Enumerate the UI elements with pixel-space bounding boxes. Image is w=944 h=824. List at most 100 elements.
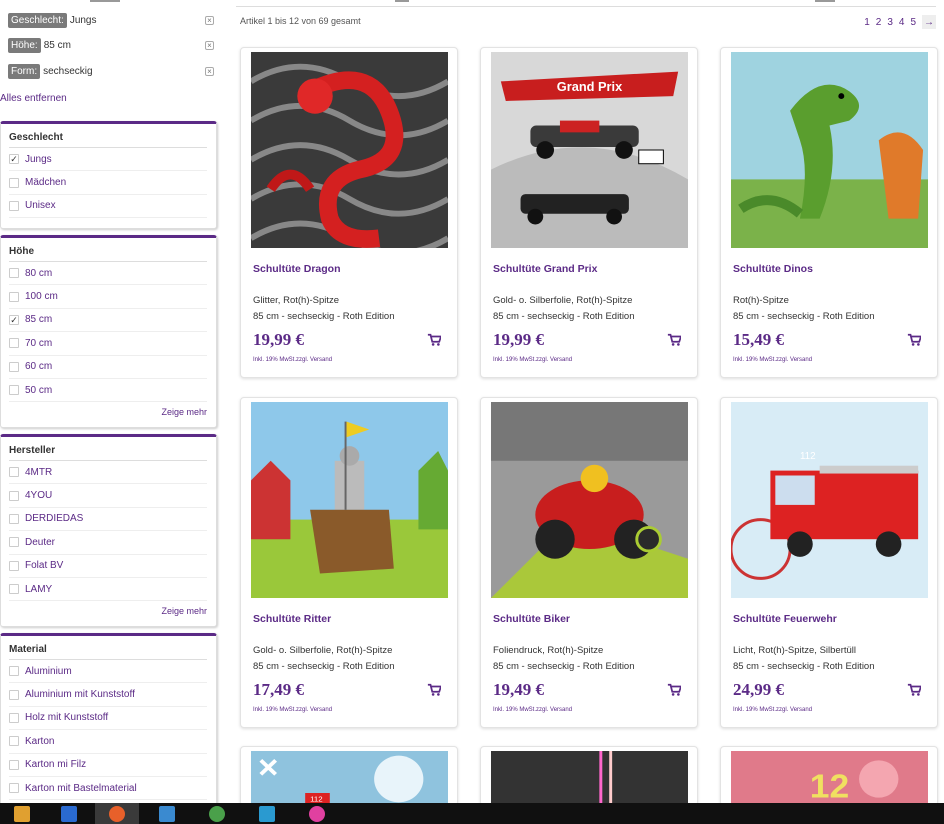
filter-option[interactable]: Aluminium mit Kunststoff	[9, 683, 207, 707]
checkbox[interactable]	[9, 467, 19, 478]
page-link[interactable]: 1	[864, 17, 870, 28]
filter-option[interactable]: ✓ Jungs	[9, 148, 207, 172]
checkbox[interactable]	[9, 759, 19, 770]
filter-option[interactable]: Unisex	[9, 195, 207, 219]
show-more-link[interactable]: Zeige mehr	[1, 402, 216, 423]
next-page-button[interactable]: →	[922, 15, 936, 29]
fire-truck-2-image[interactable]: 112	[251, 751, 448, 807]
filter-option[interactable]: 100 cm	[9, 285, 207, 309]
red-dragon-image[interactable]	[251, 52, 448, 248]
remove-filter-icon[interactable]: ×	[205, 66, 214, 76]
product-card[interactable]: 112 Schultüte Feuerwehr Licht, Rot(h)-Spit…	[720, 397, 938, 728]
lightsaber-image[interactable]	[491, 751, 688, 807]
show-more-link[interactable]: Zeige mehr	[1, 601, 216, 622]
page-link[interactable]: 5	[910, 17, 916, 28]
checkbox[interactable]	[9, 736, 19, 747]
product-image[interactable]	[491, 402, 688, 598]
checkbox[interactable]	[9, 689, 19, 700]
fire-truck-image[interactable]: 112	[731, 402, 928, 598]
filter-option[interactable]: Folat BV	[9, 555, 207, 578]
page-link[interactable]: 3	[887, 17, 893, 28]
taskbar-button[interactable]	[95, 803, 139, 824]
product-card[interactable]: Schultüte Ritter Gold- o. Silberfolie, Ro…	[240, 397, 458, 728]
filter-option[interactable]: Deuter	[9, 531, 207, 555]
filter-option[interactable]: Karton mi Filz	[9, 754, 207, 777]
filter-option[interactable]: 4MTR	[9, 461, 207, 485]
checkbox[interactable]	[9, 200, 19, 211]
product-title[interactable]: Schultüte Dragon	[253, 263, 341, 275]
filter-option[interactable]: Karton mit Bastelmaterial	[9, 777, 207, 801]
motorbike-image[interactable]	[491, 402, 688, 598]
taskbar-button[interactable]	[195, 803, 239, 824]
product-title[interactable]: Schultüte Biker	[493, 613, 570, 625]
taskbar-button[interactable]	[145, 803, 189, 824]
checkbox[interactable]	[9, 291, 19, 302]
product-title[interactable]: Schultüte Grand Prix	[493, 263, 597, 275]
product-card[interactable]: Schultüte Dinos Rot(h)-Spitze 85 cm - sech…	[720, 47, 938, 378]
checkbox[interactable]	[9, 513, 19, 524]
product-image[interactable]	[731, 52, 928, 248]
filter-option[interactable]: Holz mit Kunststoff	[9, 707, 207, 731]
page-link[interactable]: 4	[899, 17, 905, 28]
filter-option[interactable]: 70 cm	[9, 332, 207, 356]
product-card[interactable]	[480, 746, 698, 807]
product-title[interactable]: Schultüte Feuerwehr	[733, 613, 837, 625]
filter-option[interactable]: ✓ 85 cm	[9, 309, 207, 333]
filter-option[interactable]: 4YOU	[9, 484, 207, 508]
checkbox[interactable]	[9, 490, 19, 501]
product-card[interactable]: Schultüte Biker Foliendruck, Rot(h)-Spitz…	[480, 397, 698, 728]
filter-option[interactable]: Aluminium	[9, 660, 207, 684]
product-image[interactable]: 112	[251, 751, 448, 807]
add-to-cart-button[interactable]	[907, 333, 923, 347]
product-image[interactable]: 12	[731, 751, 928, 807]
checkbox[interactable]	[9, 666, 19, 677]
product-card[interactable]: 12	[720, 746, 938, 807]
numbers-image[interactable]: 12	[731, 751, 928, 807]
checkbox[interactable]: ✓	[9, 154, 19, 165]
add-to-cart-button[interactable]	[667, 333, 683, 347]
add-to-cart-button[interactable]	[907, 683, 923, 697]
product-image[interactable]: 112	[731, 402, 928, 598]
product-image[interactable]: Grand Prix	[491, 52, 688, 248]
add-to-cart-button[interactable]	[427, 683, 443, 697]
filter-option[interactable]: Karton	[9, 730, 207, 754]
filter-option[interactable]: 60 cm	[9, 356, 207, 379]
product-title[interactable]: Schultüte Ritter	[253, 613, 331, 625]
remove-filter-icon[interactable]: ×	[205, 15, 214, 25]
product-image[interactable]	[251, 402, 448, 598]
taskbar-button[interactable]	[47, 803, 91, 824]
product-image[interactable]	[251, 52, 448, 248]
filter-option[interactable]: 80 cm	[9, 262, 207, 286]
checkbox[interactable]	[9, 177, 19, 188]
checkbox[interactable]	[9, 712, 19, 723]
filter-option[interactable]: Mädchen	[9, 171, 207, 195]
dinosaurs-image[interactable]	[731, 52, 928, 248]
taskbar-button[interactable]	[295, 803, 339, 824]
knight-image[interactable]	[251, 402, 448, 598]
taskbar-button[interactable]	[0, 803, 44, 824]
checkbox[interactable]	[9, 537, 19, 548]
product-title[interactable]: Schultüte Dinos	[733, 263, 813, 275]
checkbox[interactable]	[9, 338, 19, 349]
checkbox[interactable]	[9, 385, 19, 396]
product-card[interactable]: Schultüte Dragon Glitter, Rot(h)-Spitze 85…	[240, 47, 458, 378]
checkbox[interactable]: ✓	[9, 314, 19, 325]
product-image[interactable]	[491, 751, 688, 807]
checkbox[interactable]	[9, 268, 19, 279]
remove-filter-icon[interactable]: ×	[205, 40, 214, 50]
filter-option[interactable]: LAMY	[9, 578, 207, 602]
filter-option[interactable]: DERDIEDAS	[9, 508, 207, 532]
checkbox[interactable]	[9, 584, 19, 595]
race-cars-image[interactable]: Grand Prix	[491, 52, 688, 248]
add-to-cart-button[interactable]	[427, 333, 443, 347]
checkbox[interactable]	[9, 560, 19, 571]
checkbox[interactable]	[9, 783, 19, 794]
page-link[interactable]: 2	[876, 17, 882, 28]
add-to-cart-button[interactable]	[667, 683, 683, 697]
filter-option[interactable]: 50 cm	[9, 379, 207, 403]
product-card[interactable]: Grand Prix Schultüte Grand Prix Gold- o. S…	[480, 47, 698, 378]
checkbox[interactable]	[9, 361, 19, 372]
product-card[interactable]: 112	[240, 746, 458, 807]
taskbar-button[interactable]	[245, 803, 289, 824]
remove-all-filters-link[interactable]: Alles entfernen	[0, 93, 67, 104]
